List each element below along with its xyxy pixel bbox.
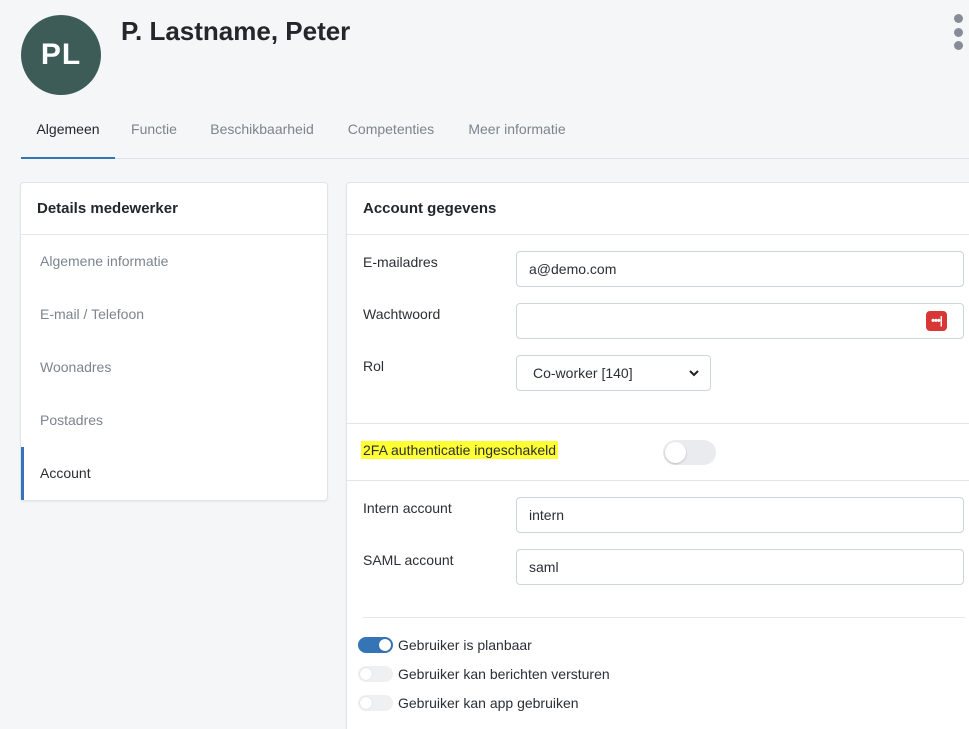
password-label: Wachtwoord <box>363 306 441 322</box>
tab-competenties[interactable]: Competenties <box>337 100 445 158</box>
toggle-row-planbaar: Gebruiker is planbaar <box>358 635 532 655</box>
role-label: Rol <box>363 358 385 374</box>
sidebar-item-algemene-informatie[interactable]: Algemene informatie <box>21 235 327 288</box>
details-sidebar: Details medewerker Algemene informatie E… <box>20 182 328 501</box>
sidebar-item-postadres[interactable]: Postadres <box>21 394 327 447</box>
intern-account-value: intern <box>529 507 565 523</box>
sidebar-item-woonadres[interactable]: Woonadres <box>21 341 327 394</box>
twofa-toggle[interactable] <box>663 440 716 465</box>
page-title: P. Lastname, Peter <box>121 16 351 46</box>
toggle-knob <box>360 668 372 680</box>
toggle-knob <box>665 442 686 463</box>
password-manager-icon[interactable]: •••| <box>926 311 947 331</box>
toggle-row-app: Gebruiker kan app gebruiken <box>358 693 579 713</box>
email-value: a@demo.com <box>529 261 617 277</box>
toggle-row-berichten: Gebruiker kan berichten versturen <box>358 664 610 684</box>
chevron-down-icon <box>689 370 699 377</box>
berichten-toggle[interactable] <box>358 666 393 682</box>
avatar: PL <box>21 15 101 95</box>
tab-functie[interactable]: Functie <box>120 100 188 158</box>
toggle-knob <box>379 639 391 651</box>
password-field[interactable]: •••| <box>516 303 964 339</box>
section-divider <box>347 480 969 481</box>
sidebar-item-account[interactable]: Account <box>21 447 327 500</box>
toggle-knob <box>360 697 372 709</box>
intern-account-label: Intern account <box>363 500 452 516</box>
section-divider <box>363 617 965 618</box>
tab-bar: Algemeen Functie Beschikbaarheid Compete… <box>21 100 969 159</box>
tab-meer-informatie[interactable]: Meer informatie <box>457 100 577 158</box>
sidebar-title: Details medewerker <box>21 183 327 235</box>
intern-account-field[interactable]: intern <box>516 497 964 533</box>
account-card-title: Account gegevens <box>347 183 969 235</box>
saml-account-field[interactable]: saml <box>516 549 964 585</box>
email-field[interactable]: a@demo.com <box>516 251 964 287</box>
planbaar-toggle[interactable] <box>358 637 393 653</box>
app-toggle[interactable] <box>358 695 393 711</box>
planbaar-label: Gebruiker is planbaar <box>398 637 532 653</box>
section-divider <box>347 423 969 424</box>
account-card: Account gegevens E-mailadres a@demo.com … <box>346 182 969 729</box>
saml-account-label: SAML account <box>363 552 454 568</box>
twofa-label: 2FA authenticatie ingeschakeld <box>361 441 559 459</box>
role-select[interactable]: Co-worker [140] <box>516 355 711 391</box>
tab-beschikbaarheid[interactable]: Beschikbaarheid <box>201 100 323 158</box>
sidebar-item-email-telefoon[interactable]: E-mail / Telefoon <box>21 288 327 341</box>
email-label: E-mailadres <box>363 254 438 270</box>
kebab-menu-icon[interactable] <box>952 14 964 50</box>
tab-algemeen[interactable]: Algemeen <box>21 100 115 159</box>
saml-account-value: saml <box>529 559 559 575</box>
app-label: Gebruiker kan app gebruiken <box>398 695 579 711</box>
role-selected-value: Co-worker [140] <box>533 365 633 381</box>
berichten-label: Gebruiker kan berichten versturen <box>398 666 610 682</box>
